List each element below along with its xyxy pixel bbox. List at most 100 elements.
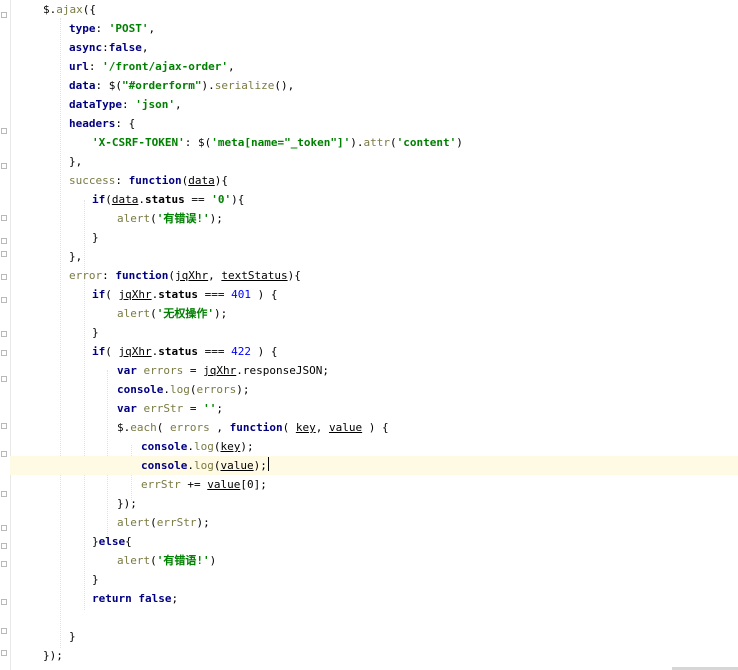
fold-marker-icon[interactable] [1, 251, 7, 257]
fold-marker-icon[interactable] [1, 423, 7, 429]
fold-marker-icon[interactable] [1, 297, 7, 303]
code-token: ) [456, 136, 463, 149]
code-token: , [315, 421, 329, 434]
code-token: ) { [251, 345, 278, 358]
fold-marker-icon[interactable] [1, 525, 7, 531]
code-token: ); [236, 383, 250, 396]
code-token: . [187, 440, 194, 453]
code-token: status [145, 193, 185, 206]
code-token: = [183, 364, 204, 377]
code-token: ){ [214, 174, 228, 187]
code-line[interactable]: 'X-CSRF-TOKEN': $('meta[name="_token"]')… [10, 133, 738, 152]
fold-marker-icon[interactable] [1, 238, 7, 244]
code-token: async [69, 41, 103, 54]
code-line[interactable]: errStr += value[0]; [10, 475, 738, 494]
code-token: } [92, 535, 99, 548]
code-line[interactable]: } [10, 323, 738, 342]
code-line[interactable]: alert('无权操作'); [10, 304, 738, 323]
code-line[interactable]: alert('有错语!') [10, 551, 738, 570]
code-token: === [198, 288, 232, 301]
code-token: [0]; [240, 478, 267, 491]
fold-marker-icon[interactable] [1, 163, 7, 169]
code-token: log [193, 440, 214, 453]
code-line[interactable]: $.each( errors , function( key, value ) … [10, 418, 738, 437]
code-line-text: var errors = jqXhr.responseJSON; [117, 361, 329, 380]
fold-marker-icon[interactable] [1, 599, 7, 605]
code-line[interactable]: url: '/front/ajax-order', [10, 57, 738, 76]
fold-marker-icon[interactable] [1, 12, 7, 18]
code-line[interactable]: dataType: 'json', [10, 95, 738, 114]
fold-marker-icon[interactable] [1, 331, 7, 337]
fold-marker-icon[interactable] [1, 376, 7, 382]
code-line-text: } [92, 228, 99, 247]
code-token: jqXhr [174, 269, 209, 282]
fold-marker-icon[interactable] [1, 561, 7, 567]
code-line[interactable]: console.log(value); [10, 456, 738, 475]
code-line[interactable]: }); [10, 646, 738, 665]
code-token: , [148, 22, 156, 35]
fold-marker-icon[interactable] [1, 451, 7, 457]
code-token: 'content' [396, 136, 457, 149]
code-token: 'POST' [108, 22, 149, 35]
fold-marker-icon[interactable] [1, 215, 7, 221]
code-line[interactable]: } [10, 627, 738, 646]
fold-marker-icon[interactable] [1, 491, 7, 497]
code-token: '0' [211, 193, 232, 206]
code-line[interactable]: console.log(errors); [10, 380, 738, 399]
code-token: log [193, 459, 214, 472]
code-token: .responseJSON; [236, 364, 329, 377]
code-line[interactable]: } [10, 570, 738, 589]
fold-marker-icon[interactable] [1, 350, 7, 356]
code-token: ); [196, 516, 210, 529]
code-line[interactable]: $.ajax({ [10, 0, 738, 19]
code-line[interactable]: var errStr = ''; [10, 399, 738, 418]
fold-marker-icon[interactable] [1, 628, 7, 634]
code-token: attr [363, 136, 391, 149]
code-line[interactable]: }); [10, 494, 738, 513]
code-line[interactable] [10, 608, 738, 627]
code-editor[interactable]: $.ajax({type: 'POST', async:false, url: '/… [0, 0, 738, 670]
code-line[interactable]: } [10, 228, 738, 247]
fold-marker-icon[interactable] [1, 274, 7, 280]
code-line[interactable]: error: function(jqXhr, textStatus){ [10, 266, 738, 285]
code-token: status [158, 345, 198, 358]
code-token: alert [117, 212, 151, 225]
code-line-text: $.ajax({ [43, 0, 96, 19]
code-line[interactable]: success: function(data){ [10, 171, 738, 190]
code-line-text: console.log(errors); [117, 380, 249, 399]
code-token: '' [203, 402, 217, 415]
code-line[interactable]: }else{ [10, 532, 738, 551]
code-token: key [295, 421, 316, 434]
code-line[interactable]: type: 'POST', [10, 19, 738, 38]
code-line[interactable]: if( jqXhr.status === 401 ) { [10, 285, 738, 304]
code-token: , [227, 60, 235, 73]
code-line[interactable]: var errors = jqXhr.responseJSON; [10, 361, 738, 380]
code-line[interactable]: headers: { [10, 114, 738, 133]
code-token: : [121, 98, 136, 111]
code-line[interactable]: }, [10, 152, 738, 171]
code-line[interactable]: data: $("#orderform").serialize(), [10, 76, 738, 95]
code-line[interactable]: alert('有错误!'); [10, 209, 738, 228]
code-token: ( [282, 421, 296, 434]
code-line[interactable]: async:false, [10, 38, 738, 57]
code-token: } [92, 573, 99, 586]
code-line[interactable]: alert(errStr); [10, 513, 738, 532]
code-line[interactable]: }, [10, 247, 738, 266]
code-line[interactable]: return false; [10, 589, 738, 608]
code-token: key [220, 440, 241, 453]
code-line[interactable]: if(data.status == '0'){ [10, 190, 738, 209]
code-area[interactable]: $.ajax({type: 'POST', async:false, url: '/… [10, 0, 738, 670]
fold-marker-icon[interactable] [1, 128, 7, 134]
code-token: function [229, 421, 283, 434]
code-token: each [130, 421, 157, 434]
code-token: return [92, 592, 132, 605]
code-line[interactable]: console.log(key); [10, 437, 738, 456]
code-token: false [108, 41, 142, 54]
code-token: === [198, 345, 232, 358]
fold-marker-icon[interactable] [1, 650, 7, 656]
code-token: data [111, 193, 139, 206]
code-line-text: $.each( errors , function( key, value ) … [117, 418, 389, 437]
code-line[interactable]: if( jqXhr.status === 422 ) { [10, 342, 738, 361]
code-token: console [141, 440, 188, 453]
fold-marker-icon[interactable] [1, 543, 7, 549]
